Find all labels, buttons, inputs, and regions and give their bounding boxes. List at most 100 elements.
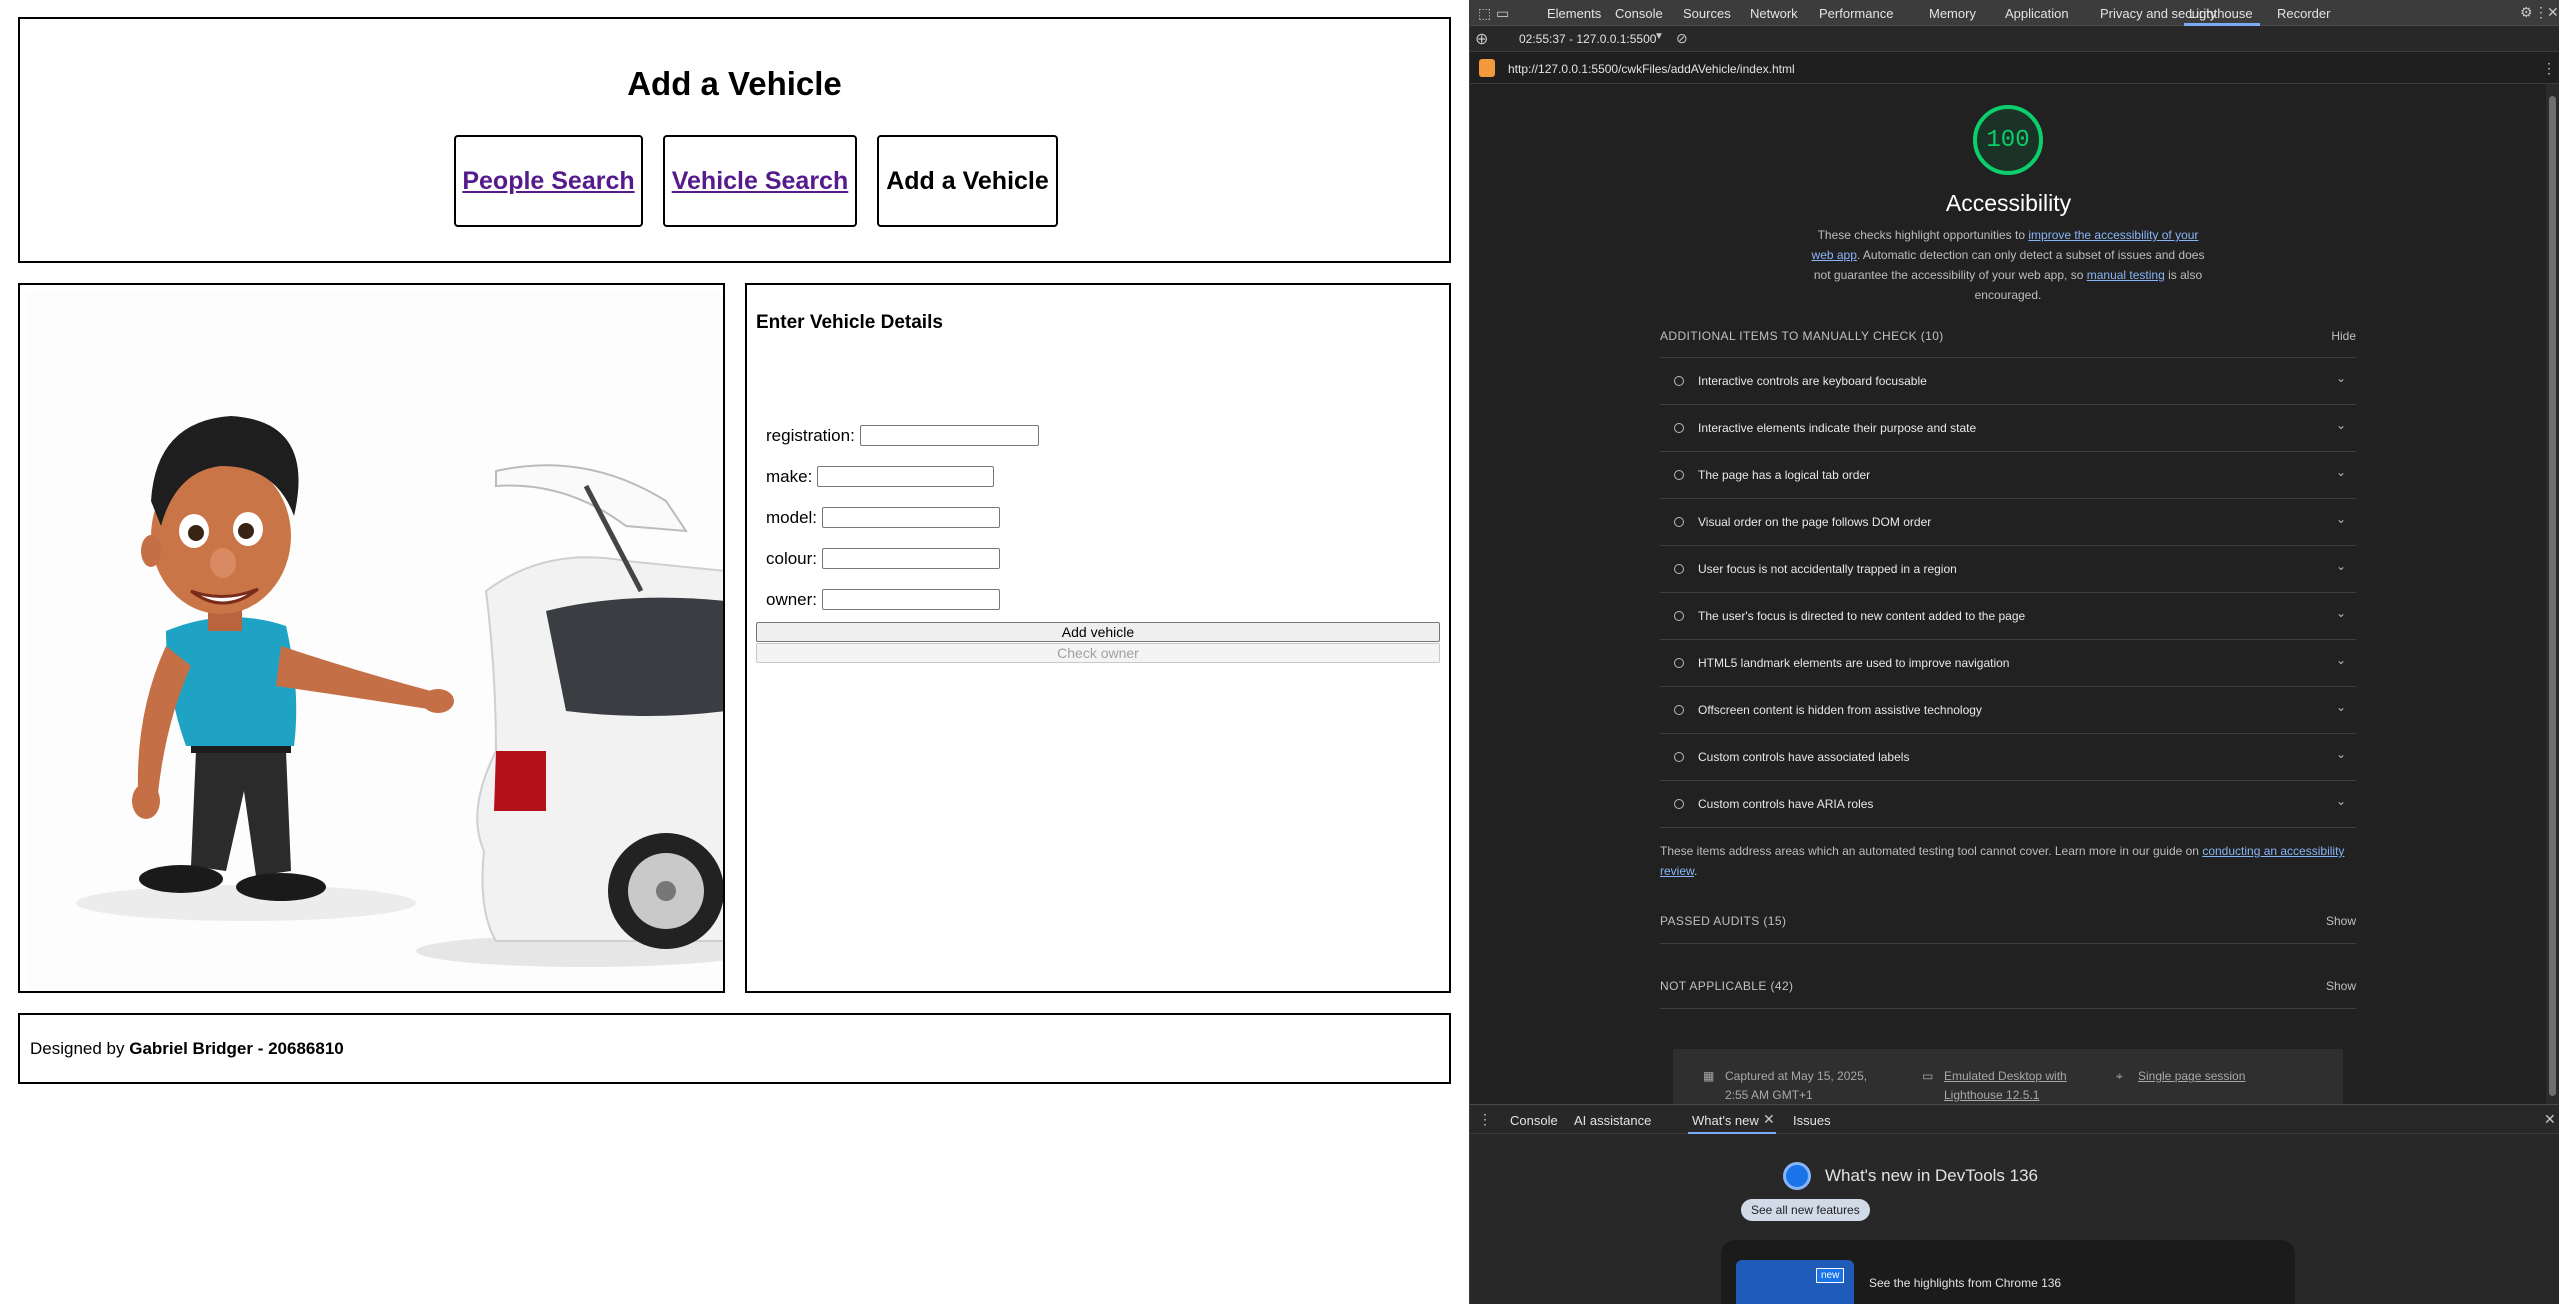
form-row-model: model: bbox=[766, 507, 1001, 528]
footer-prefix: Designed by bbox=[30, 1039, 130, 1058]
drawer-tab-ai-assistance[interactable]: AI assistance bbox=[1574, 1113, 1651, 1128]
chevron-down-icon: ⌄ bbox=[2335, 606, 2346, 620]
chevron-down-icon: ⌄ bbox=[2335, 559, 2346, 573]
audit-row[interactable]: Custom controls have associated labels ⌄ bbox=[1660, 733, 2356, 780]
drawer-menu-icon[interactable]: ⋮ bbox=[1478, 1111, 1492, 1128]
audit-row[interactable]: Visual order on the page follows DOM ord… bbox=[1660, 498, 2356, 545]
check-owner-button[interactable]: Check owner bbox=[756, 643, 1440, 663]
report-scrollbar[interactable] bbox=[2546, 84, 2559, 1104]
close-tab-icon[interactable]: ✕ bbox=[1763, 1111, 1775, 1128]
whats-new-panel: What's new in DevTools 136 See all new f… bbox=[1470, 1134, 2559, 1304]
make-input[interactable] bbox=[817, 466, 995, 487]
manual-testing-link[interactable]: manual testing bbox=[2087, 268, 2165, 282]
more-options-icon[interactable]: ⋮ bbox=[2534, 4, 2548, 21]
owner-input[interactable] bbox=[822, 589, 1001, 610]
session-icon: ⌖ bbox=[2116, 1069, 2123, 1083]
registration-input[interactable] bbox=[859, 425, 1039, 446]
chevron-down-icon: ⌄ bbox=[2335, 465, 2346, 479]
audit-circle-icon bbox=[1674, 752, 1684, 762]
tab-application[interactable]: Application bbox=[2005, 6, 2069, 21]
audit-circle-icon bbox=[1674, 799, 1684, 809]
audit-row[interactable]: The user's focus is directed to new cont… bbox=[1660, 592, 2356, 639]
see-all-features-button[interactable]: See all new features bbox=[1741, 1199, 1870, 1221]
colour-input[interactable] bbox=[822, 548, 1001, 569]
page-title: Add a Vehicle bbox=[627, 65, 842, 102]
audit-row[interactable]: Offscreen content is hidden from assisti… bbox=[1660, 686, 2356, 733]
divider bbox=[1660, 943, 2356, 944]
audit-row[interactable]: Custom controls have ARIA roles ⌄ bbox=[1660, 780, 2356, 827]
audit-row[interactable]: The page has a logical tab order ⌄ bbox=[1660, 451, 2356, 498]
audit-row[interactable]: User focus is not accidentally trapped i… bbox=[1660, 545, 2356, 592]
nav-vehicle-search[interactable]: Vehicle Search bbox=[663, 135, 857, 227]
tab-sources[interactable]: Sources bbox=[1683, 6, 1731, 21]
lighthouse-logo-icon bbox=[1479, 59, 1495, 77]
page-header: Add a Vehicle People Search Vehicle Sear… bbox=[18, 17, 1451, 263]
scroll-thumb[interactable] bbox=[2549, 96, 2556, 1096]
score-gauge: 100 bbox=[1973, 105, 2043, 175]
page-footer: Designed by Gabriel Bridger - 20686810 bbox=[18, 1013, 1451, 1084]
tab-lighthouse[interactable]: Lighthouse bbox=[2189, 6, 2253, 21]
new-report-plus-icon[interactable]: ⊕ bbox=[1475, 29, 1488, 49]
highlights-card[interactable]: new See the highlights from Chrome 136 bbox=[1721, 1240, 2295, 1304]
runtime-settings-bar: ▦ Captured at May 15, 2025, 2:55 AM GMT+1… bbox=[1673, 1049, 2343, 1104]
tab-elements[interactable]: Elements bbox=[1547, 6, 1601, 21]
nav-add-vehicle[interactable]: Add a Vehicle bbox=[877, 135, 1058, 227]
passed-audits-header[interactable]: PASSED AUDITS (15) Show bbox=[1660, 914, 2356, 928]
audit-row[interactable]: Interactive controls are keyboard focusa… bbox=[1660, 357, 2356, 404]
divider bbox=[1660, 827, 2356, 828]
vehicle-form: Enter Vehicle Details registration: make… bbox=[745, 283, 1451, 993]
lighthouse-toolbar: ⊕ 02:55:37 - 127.0.0.1:5500 ▼ ⊘ bbox=[1470, 26, 2559, 52]
chevron-down-icon: ⌄ bbox=[2335, 794, 2346, 808]
tab-performance[interactable]: Performance bbox=[1819, 6, 1893, 21]
settings-gear-icon[interactable]: ⚙ bbox=[2520, 4, 2533, 21]
drawer-tab-console[interactable]: Console bbox=[1510, 1113, 1558, 1128]
close-devtools-icon[interactable]: ✕ bbox=[2547, 4, 2559, 21]
owner-label: owner: bbox=[766, 589, 818, 609]
tab-network[interactable]: Network bbox=[1750, 6, 1798, 21]
audit-circle-icon bbox=[1674, 611, 1684, 621]
close-drawer-icon[interactable]: ✕ bbox=[2544, 1111, 2556, 1128]
passed-show-toggle[interactable]: Show bbox=[2326, 914, 2356, 928]
mascot-image bbox=[18, 283, 725, 993]
report-menu-icon[interactable]: ⋮ bbox=[2542, 60, 2556, 77]
chevron-down-icon: ⌄ bbox=[2335, 653, 2346, 667]
category-description: These checks highlight opportunities to … bbox=[1811, 228, 2205, 302]
report-session-select[interactable]: 02:55:37 - 127.0.0.1:5500 bbox=[1519, 32, 1656, 46]
session-dropdown-icon[interactable]: ▼ bbox=[1654, 31, 1664, 42]
device-toolbar-icon[interactable]: ▭ bbox=[1496, 5, 1509, 22]
add-vehicle-button[interactable]: Add vehicle bbox=[756, 622, 1440, 642]
model-input[interactable] bbox=[822, 507, 1001, 528]
inspect-element-icon[interactable]: ⬚ bbox=[1478, 5, 1491, 22]
mascot-illustration bbox=[26, 291, 723, 991]
footer-author: Gabriel Bridger - 20686810 bbox=[129, 1039, 344, 1058]
tab-recorder[interactable]: Recorder bbox=[2277, 6, 2330, 21]
audit-circle-icon bbox=[1674, 376, 1684, 386]
audit-row[interactable]: Interactive elements indicate their purp… bbox=[1660, 404, 2356, 451]
drawer-tabbar: ⋮ Console AI assistance What's new ✕ Iss… bbox=[1470, 1104, 2559, 1135]
emulated-device[interactable]: Emulated Desktop with Lighthouse 12.5.1 bbox=[1944, 1067, 2067, 1104]
audit-row[interactable]: HTML5 landmark elements are used to impr… bbox=[1660, 639, 2356, 686]
highlights-text: See the highlights from Chrome 136 bbox=[1869, 1276, 2062, 1290]
audit-circle-icon bbox=[1674, 658, 1684, 668]
audit-circle-icon bbox=[1674, 517, 1684, 527]
devtools-panel: ⬚ ▭ Elements Console Sources Network Per… bbox=[1469, 0, 2559, 1304]
nav-people-search[interactable]: People Search bbox=[454, 135, 643, 227]
chevron-down-icon: ⌄ bbox=[2335, 371, 2346, 385]
audit-circle-icon bbox=[1674, 423, 1684, 433]
audit-circle-icon bbox=[1674, 470, 1684, 480]
tab-console[interactable]: Console bbox=[1615, 6, 1663, 21]
lighthouse-report: 100 Accessibility These checks highlight… bbox=[1470, 84, 2547, 1104]
tab-memory[interactable]: Memory bbox=[1929, 6, 1976, 21]
drawer-tab-whats-new[interactable]: What's new bbox=[1692, 1113, 1759, 1128]
report-url: http://127.0.0.1:5500/cwkFiles/addAVehic… bbox=[1508, 62, 1795, 76]
session-type[interactable]: Single page session bbox=[2138, 1067, 2245, 1086]
web-page: Add a Vehicle People Search Vehicle Sear… bbox=[0, 0, 1469, 1304]
not-applicable-header[interactable]: NOT APPLICABLE (42) Show bbox=[1660, 979, 2356, 993]
na-show-toggle[interactable]: Show bbox=[2326, 979, 2356, 993]
manual-hide-toggle[interactable]: Hide bbox=[2331, 329, 2356, 343]
clear-reports-icon[interactable]: ⊘ bbox=[1676, 30, 1688, 47]
calendar-icon: ▦ bbox=[1703, 1069, 1715, 1083]
form-row-registration: registration: bbox=[766, 425, 1039, 446]
drawer-tab-issues[interactable]: Issues bbox=[1793, 1113, 1831, 1128]
desktop-icon: ▭ bbox=[1922, 1069, 1934, 1083]
